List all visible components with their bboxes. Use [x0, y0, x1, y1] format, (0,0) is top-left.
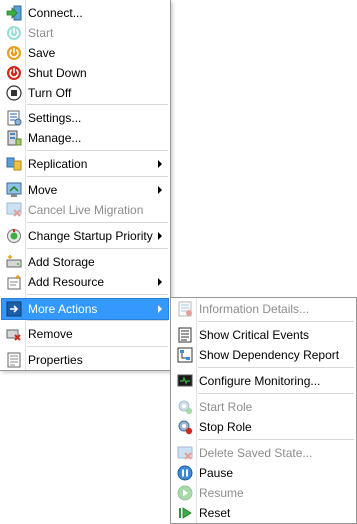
replication-icon — [6, 156, 22, 172]
menu-item-label: Save — [28, 46, 56, 60]
submenu-arrow-icon — [158, 186, 162, 194]
menu-item-cancel-live-migration[interactable]: Cancel Live Migration — [2, 200, 168, 220]
menu-separator — [198, 367, 354, 369]
menu-item-label: Add Storage — [28, 255, 95, 269]
submenu-arrow-icon — [158, 160, 162, 168]
menu-separator — [198, 321, 354, 323]
menu-item-move[interactable]: Move — [2, 180, 168, 200]
menu-item-label: Resume — [199, 486, 244, 500]
context-menu: Connect... Start Save Shut Down Turn Off… — [0, 0, 171, 371]
more-actions-submenu: Information Details... Show Critical Eve… — [170, 297, 357, 524]
menu-item-label: More Actions — [28, 302, 98, 316]
menu-item-replication[interactable]: Replication — [2, 154, 168, 174]
menu-item-change-startup-priority[interactable]: Change Startup Priority — [2, 226, 168, 246]
menu-item-stop-role[interactable]: Stop Role — [173, 417, 354, 437]
add-storage-icon — [6, 254, 22, 270]
menu-item-connect[interactable]: Connect... — [2, 3, 168, 23]
menu-item-configure-monitoring[interactable]: Configure Monitoring... — [173, 371, 354, 391]
menu-item-label: Show Dependency Report — [199, 348, 340, 362]
startup-priority-icon — [6, 228, 22, 244]
menu-item-label: Shut Down — [28, 66, 87, 80]
menu-separator — [27, 248, 168, 250]
menu-item-label: Reset — [199, 506, 231, 520]
more-actions-icon — [6, 301, 22, 317]
menu-item-label: Properties — [28, 353, 83, 367]
menu-item-settings[interactable]: Settings... — [2, 108, 168, 128]
reset-icon — [177, 505, 193, 521]
menu-item-more-actions[interactable]: More Actions — [1, 298, 169, 320]
menu-item-label: Start — [28, 26, 54, 40]
menu-item-label: Settings... — [28, 111, 82, 125]
menu-separator — [27, 176, 168, 178]
submenu-arrow-icon — [158, 232, 162, 240]
menu-item-reset[interactable]: Reset — [173, 503, 354, 523]
menu-item-resume[interactable]: Resume — [173, 483, 354, 503]
add-resource-icon — [6, 274, 22, 290]
information-details-icon — [177, 301, 193, 317]
menu-item-turn-off[interactable]: Turn Off — [2, 83, 168, 103]
save-icon — [6, 45, 22, 61]
menu-separator — [27, 320, 168, 322]
menu-item-label: Start Role — [199, 400, 253, 414]
menu-item-label: Manage... — [28, 131, 82, 145]
dependency-report-icon — [177, 347, 193, 363]
menu-separator — [27, 222, 168, 224]
menu-item-remove[interactable]: Remove — [2, 324, 168, 344]
menu-item-label: Connect... — [28, 6, 83, 20]
manage-icon — [6, 130, 22, 146]
menu-item-label: Configure Monitoring... — [199, 374, 321, 388]
menu-item-label: Pause — [199, 466, 234, 480]
menu-item-delete-saved-state[interactable]: Delete Saved State... — [173, 443, 354, 463]
resume-icon — [177, 485, 193, 501]
menu-item-start-role[interactable]: Start Role — [173, 397, 354, 417]
turn-off-icon — [6, 85, 22, 101]
menu-item-add-resource[interactable]: Add Resource — [2, 272, 168, 292]
menu-separator — [27, 346, 168, 348]
menu-separator — [198, 393, 354, 395]
menu-item-information-details[interactable]: Information Details... — [173, 299, 354, 319]
menu-separator — [27, 150, 168, 152]
menu-item-label: Change Startup Priority — [28, 229, 153, 243]
shut-down-icon — [6, 65, 22, 81]
critical-events-icon — [177, 327, 193, 343]
stop-role-icon — [177, 419, 193, 435]
menu-item-label: Stop Role — [199, 420, 252, 434]
menu-item-manage[interactable]: Manage... — [2, 128, 168, 148]
menu-separator — [27, 104, 168, 106]
menu-item-show-critical-events[interactable]: Show Critical Events — [173, 325, 354, 345]
submenu-arrow-icon — [158, 278, 162, 286]
pause-icon — [177, 465, 193, 481]
menu-item-save[interactable]: Save — [2, 43, 168, 63]
menu-item-label: Delete Saved State... — [199, 446, 313, 460]
menu-item-label: Move — [28, 183, 58, 197]
cancel-migration-icon — [6, 202, 22, 218]
menu-item-start[interactable]: Start — [2, 23, 168, 43]
menu-item-label: Remove — [28, 327, 73, 341]
menu-item-label: Replication — [28, 157, 88, 171]
connect-icon — [6, 5, 22, 21]
menu-item-properties[interactable]: Properties — [2, 350, 168, 370]
remove-icon — [6, 326, 22, 342]
settings-icon — [6, 110, 22, 126]
configure-monitoring-icon — [177, 373, 193, 389]
menu-separator — [27, 294, 168, 296]
menu-separator — [198, 439, 354, 441]
start-role-icon — [177, 399, 193, 415]
menu-item-show-dependency-report[interactable]: Show Dependency Report — [173, 345, 354, 365]
menu-item-pause[interactable]: Pause — [173, 463, 354, 483]
menu-item-label: Information Details... — [199, 302, 310, 316]
menu-item-label: Turn Off — [28, 86, 72, 100]
menu-item-label: Add Resource — [28, 275, 105, 289]
start-icon — [6, 25, 22, 41]
delete-saved-state-icon — [177, 445, 193, 461]
menu-item-shut-down[interactable]: Shut Down — [2, 63, 168, 83]
menu-item-add-storage[interactable]: Add Storage — [2, 252, 168, 272]
move-icon — [6, 182, 22, 198]
menu-item-label: Cancel Live Migration — [28, 203, 144, 217]
properties-icon — [6, 352, 22, 368]
submenu-arrow-icon — [158, 305, 162, 313]
menu-item-label: Show Critical Events — [199, 328, 310, 342]
